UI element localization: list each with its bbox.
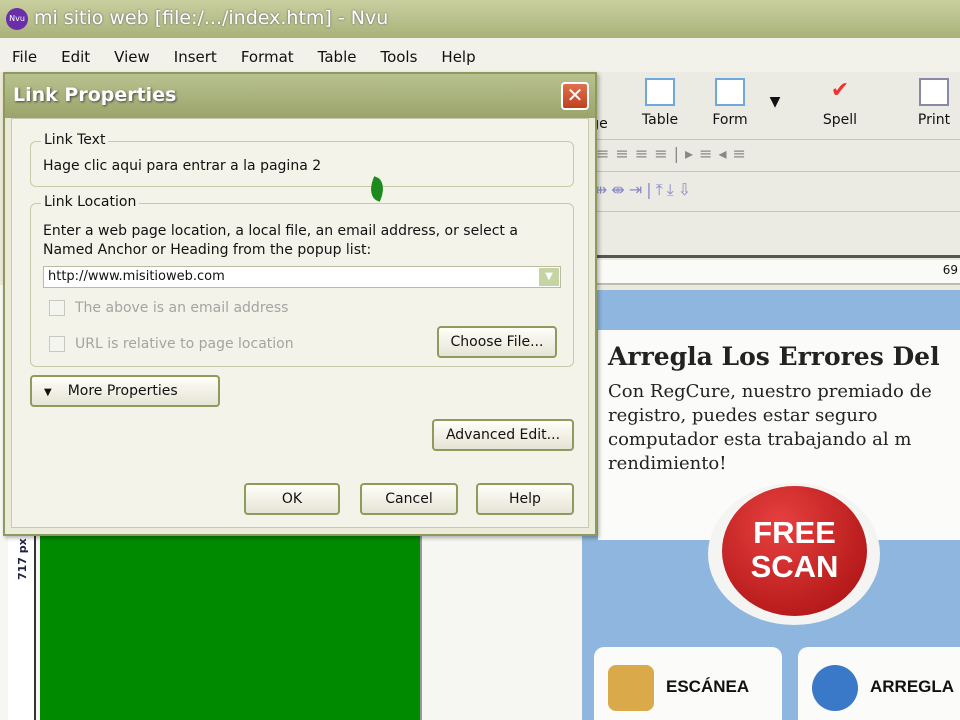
nvu-app-icon: Nvu	[6, 8, 28, 30]
menu-help[interactable]: Help	[441, 48, 475, 72]
toolbar-table-label: Table	[641, 112, 679, 128]
free-scan-line2: SCAN	[750, 549, 839, 584]
table-toolbar-icons[interactable]: ⇹⇼⇥|⤒⤓⇩	[590, 172, 960, 212]
choose-file-button[interactable]: Choose File...	[437, 326, 557, 358]
more-properties-button[interactable]: ▼ More Properties	[30, 375, 220, 407]
menu-view[interactable]: View	[114, 48, 150, 72]
card-arregla[interactable]: ARREGLA	[798, 647, 960, 720]
link-properties-dialog: Link Properties ✕ Link Text Hage clic aq…	[3, 72, 597, 536]
toolbar-print-label: Print	[917, 112, 951, 128]
cancel-button[interactable]: Cancel	[360, 483, 458, 515]
form-dropdown-arrow[interactable]: ▼	[760, 94, 790, 110]
card-escanea[interactable]: ESCÁNEA	[594, 647, 782, 720]
menu-bar: File Edit View Insert Format Table Tools…	[0, 38, 960, 72]
scan-folder-icon	[608, 665, 654, 711]
triangle-down-icon: ▼	[44, 387, 52, 398]
toolbar-spell-label: Spell	[822, 112, 858, 128]
regcure-ad[interactable]: Arregla Los Errores Del Con RegCure, nue…	[582, 290, 960, 720]
chevron-down-icon[interactable]: ▼	[539, 268, 559, 286]
help-button[interactable]: Help	[476, 483, 574, 515]
vertical-ruler-value: 717 px	[16, 538, 29, 580]
toolbar-form-label: Form	[712, 112, 748, 128]
green-table-cell[interactable]	[40, 536, 422, 720]
link-location-instructions: Enter a web page location, a local file,…	[43, 223, 518, 258]
url-input[interactable]: http://www.misitioweb.com ▼	[43, 266, 561, 288]
ad-title: Arregla Los Errores Del	[608, 342, 940, 371]
relative-url-checkbox-label: URL is relative to page location	[75, 336, 294, 352]
tab-strip	[590, 212, 960, 258]
email-address-checkbox[interactable]	[49, 300, 65, 316]
more-properties-label: More Properties	[67, 383, 178, 399]
advanced-edit-button[interactable]: Advanced Edit...	[432, 419, 574, 451]
printer-icon	[919, 78, 949, 106]
horizontal-ruler: 69	[590, 260, 960, 285]
vertical-ruler: 717 px	[8, 536, 36, 720]
close-icon[interactable]: ✕	[561, 82, 589, 110]
link-text-group: Link Text Hage clic aqui para entrar a l…	[30, 132, 574, 187]
toolbar-print-button[interactable]: Print	[904, 78, 960, 128]
menu-edit[interactable]: Edit	[61, 48, 90, 72]
toolbar-spell-button[interactable]: ✔ Spell	[810, 78, 870, 128]
format-toolbar-align-icons[interactable]: ≡≡≡≡|▸≡◂≡	[590, 140, 960, 172]
link-text-value: Hage clic aqui para entrar a la pagina 2	[43, 158, 322, 174]
card-escanea-label: ESCÁNEA	[666, 677, 750, 696]
menu-table[interactable]: Table	[318, 48, 357, 72]
email-address-checkbox-label: The above is an email address	[75, 300, 289, 316]
globe-icon	[812, 665, 858, 711]
ok-button[interactable]: OK	[244, 483, 340, 515]
free-scan-button[interactable]: FREE SCAN	[722, 486, 867, 616]
menu-insert[interactable]: Insert	[174, 48, 217, 72]
toolbar-table-button[interactable]: Table	[630, 78, 690, 128]
menu-tools[interactable]: Tools	[380, 48, 417, 72]
form-icon	[715, 78, 745, 106]
toolbar-form-button[interactable]: Form	[700, 78, 760, 128]
link-text-group-label: Link Text	[41, 132, 109, 148]
menu-file[interactable]: File	[12, 48, 37, 72]
card-arregla-label: ARREGLA	[870, 677, 955, 696]
composition-toolbar: ge Table Form ▼ ✔ Spell Print	[590, 72, 960, 140]
menu-format[interactable]: Format	[241, 48, 294, 72]
link-location-group-label: Link Location	[41, 194, 140, 210]
dialog-title[interactable]: Link Properties	[5, 74, 595, 118]
relative-url-checkbox[interactable]	[49, 336, 65, 352]
ad-body: Con RegCure, nuestro premiado de registr…	[608, 381, 932, 474]
spell-check-icon: ✔	[830, 78, 850, 103]
dialog-body: Link Text Hage clic aqui para entrar a l…	[11, 118, 589, 528]
link-location-group: Link Location Enter a web page location,…	[30, 194, 574, 367]
free-scan-line1: FREE	[753, 515, 836, 550]
window-title: mi sitio web [file:/.../index.htm] - Nvu	[0, 0, 960, 38]
url-input-value: http://www.misitioweb.com	[48, 269, 225, 284]
table-icon	[645, 78, 675, 106]
